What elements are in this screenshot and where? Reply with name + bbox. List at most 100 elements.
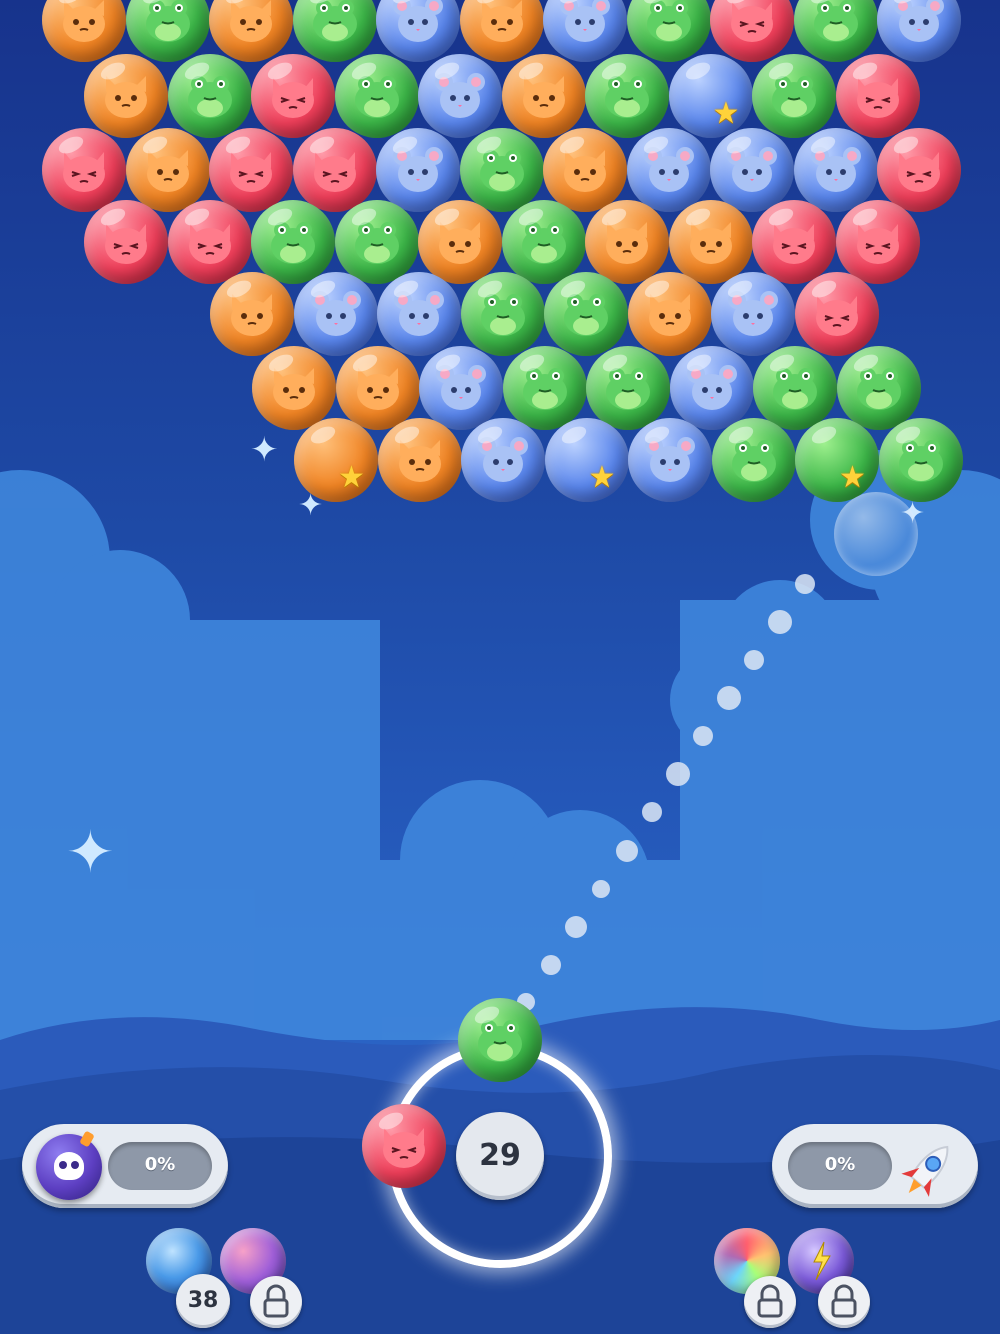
aim-dot xyxy=(541,955,561,975)
orange-bubble xyxy=(585,200,669,284)
red-bubble xyxy=(752,200,836,284)
rocket-icon[interactable] xyxy=(892,1134,964,1206)
frog-face-icon xyxy=(808,0,864,48)
orange-bubble xyxy=(418,200,502,284)
orange-bubble xyxy=(125,128,210,212)
star-orange-bubble: ★ xyxy=(294,418,378,502)
orange-bubble xyxy=(209,0,293,62)
frog-face-icon xyxy=(140,0,196,48)
red-bubble xyxy=(710,0,794,62)
green-bubble xyxy=(626,0,711,62)
aim-dot xyxy=(744,650,764,670)
blue-bubble xyxy=(419,346,503,430)
swirl-booster-count: 38 xyxy=(176,1274,230,1328)
blue-bubble xyxy=(877,0,961,62)
orange-bubble xyxy=(42,0,126,62)
cat-face-icon xyxy=(474,0,530,48)
green-bubble xyxy=(793,0,878,62)
red-bubble xyxy=(794,272,879,356)
red-bubble xyxy=(362,1104,446,1188)
blue-bubble xyxy=(711,272,795,356)
red-bubble xyxy=(835,54,920,138)
blue-bubble xyxy=(710,128,794,212)
bomb-power-percent: 0% xyxy=(144,1154,176,1175)
aim-dot xyxy=(795,574,815,594)
orange-bubble xyxy=(668,200,753,284)
frog-face-icon xyxy=(641,0,697,48)
red-bubble xyxy=(167,200,252,284)
blue-bubble xyxy=(793,128,878,212)
aim-dot xyxy=(642,802,662,822)
green-bubble xyxy=(460,272,545,356)
red-bubble xyxy=(42,128,126,212)
mouse-face-icon xyxy=(891,0,947,48)
frog-face-icon xyxy=(307,0,363,48)
cat-face-icon xyxy=(56,0,112,48)
rocket-power-percent: 0% xyxy=(824,1154,856,1175)
aim-dot xyxy=(592,880,610,898)
orange-bubble xyxy=(627,272,712,356)
star-icon: ★ xyxy=(588,460,616,495)
aim-dot xyxy=(666,762,690,786)
red-bubble xyxy=(84,200,168,284)
orange-bubble xyxy=(459,0,544,62)
skull-bomb-icon[interactable] xyxy=(36,1130,102,1200)
orange-bubble xyxy=(210,272,294,356)
aim-dot xyxy=(565,916,587,938)
red-bubble xyxy=(835,200,920,284)
green-bubble xyxy=(586,346,670,430)
lock-icon xyxy=(250,1276,302,1328)
orange-bubble xyxy=(252,346,336,430)
red-bubble xyxy=(209,128,293,212)
green-bubble xyxy=(502,346,587,430)
blue-bubble xyxy=(461,418,545,502)
green-bubble xyxy=(544,272,628,356)
blue-bubble xyxy=(377,272,461,356)
green-bubble xyxy=(125,0,210,62)
orange-bubble xyxy=(543,128,627,212)
green-bubble xyxy=(167,54,252,138)
green-bubble xyxy=(585,54,669,138)
blue-bubble xyxy=(376,0,460,62)
blue-bubble xyxy=(293,272,378,356)
green-bubble xyxy=(459,128,544,212)
star-icon: ★ xyxy=(839,460,866,495)
shots-counter: 29 xyxy=(456,1112,544,1200)
game-scene[interactable]: ✦ ✦ ✦ ✦ ★★★★ 29 0% 0% xyxy=(0,0,1000,1334)
green-bubble xyxy=(501,200,586,284)
green-bubble xyxy=(836,346,921,430)
target-ghost-bubble xyxy=(834,492,918,576)
aim-dot xyxy=(717,686,741,710)
aim-dot xyxy=(693,726,713,746)
green-bubble xyxy=(251,200,335,284)
star-icon: ★ xyxy=(338,460,365,495)
mouse-face-icon xyxy=(557,0,613,48)
cat-face-icon xyxy=(223,0,279,48)
green-bubble xyxy=(711,418,796,502)
green-bubble xyxy=(752,54,836,138)
lock-icon xyxy=(818,1276,870,1328)
red-bubble xyxy=(251,54,335,138)
orange-bubble xyxy=(377,418,462,502)
green-bubble xyxy=(292,0,377,62)
shots-left-count: 29 xyxy=(479,1138,521,1173)
cat-red-face-icon xyxy=(724,0,780,48)
red-bubble xyxy=(877,128,961,212)
blue-bubble xyxy=(626,128,711,212)
aim-dot xyxy=(616,840,638,862)
blue-bubble xyxy=(376,128,460,212)
orange-bubble xyxy=(335,346,420,430)
star-blue-bubble: ★ xyxy=(668,54,753,138)
mouse-face-icon xyxy=(390,0,446,48)
green-bubble xyxy=(334,200,419,284)
blue-bubble xyxy=(669,346,754,430)
blue-bubble xyxy=(418,54,502,138)
aim-dot xyxy=(768,610,792,634)
star-blue-bubble: ★ xyxy=(544,418,629,502)
blue-bubble xyxy=(543,0,627,62)
orange-bubble xyxy=(84,54,168,138)
star-icon: ★ xyxy=(712,96,740,131)
green-bubble xyxy=(334,54,419,138)
red-bubble xyxy=(292,128,377,212)
green-bubble xyxy=(878,418,963,502)
